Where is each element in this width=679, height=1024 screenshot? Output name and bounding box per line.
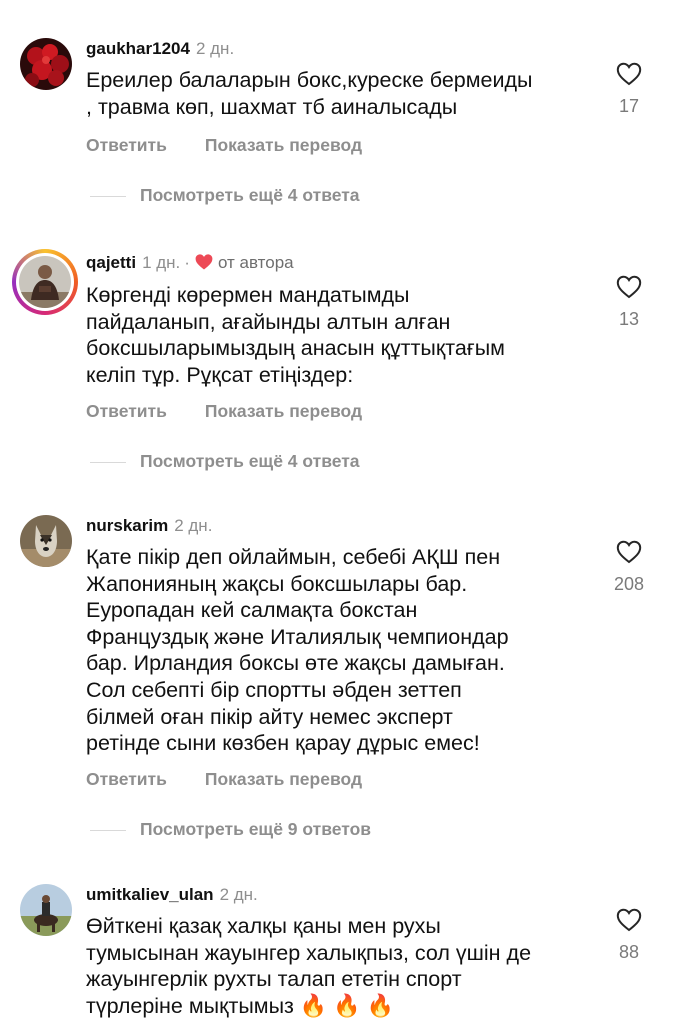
heart-outline-icon: [616, 62, 642, 86]
view-replies-button[interactable]: Посмотреть ещё 4 ответа: [90, 185, 360, 207]
comment-line: Қате пікір деп ойлаймын, себебі АҚШ пен: [86, 545, 501, 569]
timestamp: 2 дн.: [195, 39, 235, 58]
comment-line: Өйткені қазақ халқы қаны мен рухы: [86, 914, 441, 938]
timestamp: 2 дн.: [219, 885, 258, 904]
heart-outline-icon: [616, 540, 642, 564]
avatar[interactable]: [12, 249, 78, 315]
comment-line: , травма көп, шахмат тб аиналысады: [86, 94, 458, 119]
comment-meta: qajetti 1 дн. · от автора: [86, 252, 294, 274]
comment-line: тумысынан жауынгер халықпыз, сол үшін де: [86, 940, 532, 965]
like-button[interactable]: 88: [611, 908, 647, 963]
translate-button[interactable]: Показать перевод: [205, 401, 362, 421]
like-count: 208: [613, 574, 645, 594]
comment-line: келіп тұр. Рұқсат етіңіздер:: [86, 362, 354, 387]
comment-actions: Ответить Показать перевод: [86, 135, 400, 156]
comment-text: Өйткені қазақ халқы қаны мен рухы тумысы…: [86, 913, 596, 1019]
like-button[interactable]: 17: [611, 62, 647, 117]
username[interactable]: qajetti: [86, 253, 136, 272]
comment-line: пайдаланып, ағайынды алтын алған: [86, 309, 451, 334]
avatar[interactable]: [20, 515, 72, 567]
view-replies-button[interactable]: Посмотреть ещё 4 ответа: [90, 451, 360, 473]
view-replies-label: Посмотреть ещё 9 ответов: [140, 819, 372, 839]
translate-button[interactable]: Показать перевод: [205, 135, 362, 155]
username[interactable]: umitkaliev_ulan: [86, 885, 214, 904]
comment-line: боксшыларымыздың анасын құттықтағым: [86, 336, 505, 361]
comment-line: Еуропадан кей салмақта бокстан: [86, 598, 418, 623]
username[interactable]: nurskarim: [86, 516, 168, 535]
separator-dot: ·: [184, 253, 190, 272]
comment-line: Көргенді көрермен мандатымды: [86, 283, 410, 307]
divider: [90, 195, 126, 197]
comment-line: Сол себепті бір спортты әбден зеттеп: [86, 677, 462, 702]
comment-line: түрлеріне мықтымыз 🔥 🔥 🔥: [86, 993, 596, 1020]
comment-text: Көргенді көрермен мандатымды пайдаланып,…: [86, 282, 596, 388]
comment-meta: nurskarim 2 дн.: [86, 515, 212, 537]
heart-outline-icon: [616, 275, 642, 299]
comment-line: ретінде сыни көзбен қарау дұрыс емес!: [86, 731, 480, 756]
comment-text: Ереилер балаларын бокс,куреске бермеиды …: [86, 67, 596, 120]
timestamp: 2 дн.: [174, 516, 213, 535]
view-replies-label: Посмотреть ещё 4 ответа: [140, 185, 360, 205]
comment-line: Ереилер балаларын бокс,куреске бермеиды: [86, 68, 533, 92]
story-ring: [16, 253, 74, 311]
view-replies-label: Посмотреть ещё 4 ответа: [140, 451, 360, 471]
comment-line: білмей оған пікір айту немес эксперт: [86, 704, 453, 729]
divider: [90, 829, 126, 831]
comment-actions: Ответить Показать перевод: [86, 401, 400, 422]
timestamp: 1 дн.: [142, 253, 181, 272]
author-liked-label: от автора: [217, 253, 294, 272]
comment-meta: gaukhar1204 2 дн.: [86, 38, 234, 60]
comment-text: Қате пікір деп ойлаймын, себебі АҚШ пен …: [86, 544, 596, 757]
comment-actions: Ответить Показать перевод: [86, 769, 400, 790]
like-count: 17: [618, 96, 640, 116]
reply-button[interactable]: Ответить: [86, 135, 167, 155]
avatar-image: [19, 256, 71, 308]
comment-line: Француздық және Италиялық чемпиондар: [86, 624, 509, 649]
avatar[interactable]: [20, 38, 72, 90]
username[interactable]: gaukhar1204: [86, 39, 190, 58]
reply-button[interactable]: Ответить: [86, 769, 167, 789]
avatar[interactable]: [20, 884, 72, 936]
reply-button[interactable]: Ответить: [86, 401, 167, 421]
view-replies-button[interactable]: Посмотреть ещё 9 ответов: [90, 819, 371, 841]
comment-line: жауынгерлік рухты талап ететін спорт: [86, 967, 462, 992]
heart-outline-icon: [616, 908, 642, 932]
translate-button[interactable]: Показать перевод: [205, 769, 362, 789]
like-button[interactable]: 208: [606, 540, 652, 595]
like-count: 13: [618, 309, 640, 329]
heart-filled-icon: [195, 254, 213, 270]
comment-line: бар. Ирландия боксы өте жақсы дамыған.: [86, 651, 505, 676]
comment-meta: umitkaliev_ulan 2 дн.: [86, 884, 258, 906]
like-count: 88: [618, 942, 640, 962]
fire-emoji: 🔥 🔥 🔥: [299, 992, 395, 1018]
like-button[interactable]: 13: [611, 275, 647, 330]
divider: [90, 461, 126, 463]
comment-line: Жапонияның жақсы боксшылары бар.: [86, 571, 468, 596]
comment-line-text: түрлеріне мықтымыз: [86, 993, 300, 1018]
